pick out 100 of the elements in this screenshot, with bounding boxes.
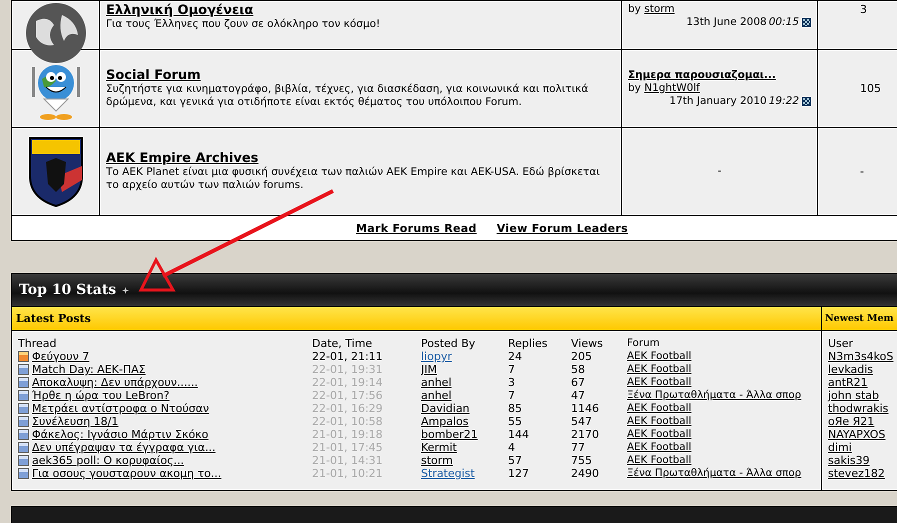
- post-time: 00:15: [768, 16, 799, 29]
- poster-link[interactable]: storm: [421, 454, 453, 467]
- member-link[interactable]: john stab: [828, 389, 879, 402]
- post-time: 19:22: [768, 95, 799, 108]
- thread-link[interactable]: Αποκαλυψη: Δεν υπάρχουν......: [32, 376, 198, 389]
- forum-link[interactable]: AEK Football: [627, 363, 692, 375]
- poster-link[interactable]: anhel: [421, 389, 452, 402]
- column-header: Forum: [627, 337, 661, 350]
- replies-count: 7: [508, 389, 516, 402]
- replies-count: 4: [508, 441, 516, 454]
- forum-link[interactable]: AEK Football: [627, 415, 692, 427]
- no-post-mark: -: [716, 165, 722, 178]
- post-datetime: 22-01, 19:14: [312, 376, 384, 389]
- post-count: -: [860, 165, 864, 178]
- thread-link[interactable]: Για οσους γουσταρουν ακομη το...: [32, 467, 222, 480]
- forum-description: Για τους Έλληνες που ζουν σε ολόκληρο τον κόσμο!: [106, 18, 382, 31]
- thread-link[interactable]: Δεν υπέγραψαν τα έγγραφα για...: [32, 441, 216, 454]
- poster-link[interactable]: bomber21: [421, 428, 478, 441]
- column-header: Thread: [18, 337, 58, 350]
- poster-link[interactable]: anhel: [421, 376, 452, 389]
- post-datetime: 21-01, 14:31: [312, 454, 384, 467]
- author-link[interactable]: storm: [644, 3, 675, 15]
- forum-title-link[interactable]: Social Forum: [106, 68, 615, 83]
- thread-link[interactable]: aek365 poll: Ο κορυφαίος...: [32, 454, 184, 467]
- go-to-post-icon[interactable]: [802, 18, 811, 27]
- post-datetime: 22-01, 17:56: [312, 389, 384, 402]
- views-count: 2170: [571, 428, 600, 441]
- poster-link[interactable]: Davidian: [421, 402, 470, 415]
- post-date: 13th June 2008: [686, 16, 767, 29]
- views-count: 205: [571, 350, 593, 363]
- forum-description: Το AEK Planet είναι μια φυσική συνέχεια των παλιών AEK Empire και AEK-USA. Εδώ βρίσκεται το αρχείο αυτών των παλιών forums.: [106, 166, 601, 192]
- forum-title-link[interactable]: Ελληνική Ομογένεια: [106, 3, 615, 18]
- member-link[interactable]: N3m3s4koS: [828, 350, 894, 363]
- replies-count: 127: [508, 467, 530, 480]
- globe-icon: [24, 1, 88, 65]
- poster-link[interactable]: Strategist: [421, 467, 475, 480]
- member-link[interactable]: antR21: [828, 376, 868, 389]
- shield-icon: [28, 136, 84, 208]
- star-icon: [122, 286, 130, 294]
- views-count: 67: [571, 376, 586, 389]
- forum-link[interactable]: AEK Football: [627, 441, 692, 453]
- views-count: 755: [571, 454, 593, 467]
- post-count: 105: [860, 82, 881, 95]
- post-datetime: 22-01, 16:29: [312, 402, 384, 415]
- member-link[interactable]: levkadis: [828, 363, 874, 376]
- member-link[interactable]: thodwrakis: [828, 402, 888, 415]
- post-datetime: 22-01, 21:11: [312, 350, 384, 363]
- replies-count: 3: [508, 376, 516, 389]
- views-count: 58: [571, 363, 586, 376]
- member-link[interactable]: stevez182: [828, 467, 885, 480]
- forum-link[interactable]: AEK Football: [627, 402, 692, 414]
- poster-link[interactable]: Kermit: [421, 441, 457, 454]
- post-datetime: 21-01, 17:45: [312, 441, 384, 454]
- thread-link[interactable]: Ήρθε η ώρα του LeBron?: [32, 389, 170, 402]
- forum-link[interactable]: AEK Football: [627, 454, 692, 466]
- forum-link[interactable]: AEK Football: [627, 350, 692, 362]
- section-title: Top 10 Stats: [19, 282, 116, 298]
- thread-link[interactable]: Μετράει αντίστροφα ο Ντούσαν: [32, 402, 210, 415]
- column-header: Date, Time: [312, 337, 374, 350]
- column-header: User: [828, 337, 854, 350]
- author-link[interactable]: N1ghtW0lf: [644, 82, 700, 94]
- post-datetime: 21-01, 10:21: [312, 467, 384, 480]
- poster-link[interactable]: Ampalos: [421, 415, 468, 428]
- post-datetime: 22-01, 19:31: [312, 363, 384, 376]
- replies-count: 55: [508, 415, 523, 428]
- views-count: 547: [571, 415, 593, 428]
- by-label: by: [628, 3, 641, 15]
- member-link[interactable]: NAYAPXOS: [828, 428, 886, 441]
- go-to-post-icon[interactable]: [802, 97, 811, 106]
- views-count: 1146: [571, 402, 600, 415]
- footer-link[interactable]: Mark Forums Read: [356, 222, 477, 235]
- forum-link[interactable]: Ξένα Πρωταθλήματα - Άλλα σπορ: [627, 389, 802, 401]
- column-header: Views: [571, 337, 604, 350]
- replies-count: 24: [508, 350, 523, 363]
- forum-link[interactable]: AEK Football: [627, 428, 692, 440]
- thread-link[interactable]: Match Day: ΑΕΚ-ΠΑΣ: [32, 363, 146, 376]
- views-count: 47: [571, 389, 586, 402]
- replies-count: 7: [508, 363, 516, 376]
- poster-link[interactable]: liopyr: [421, 350, 452, 363]
- member-link[interactable]: sakis39: [828, 454, 870, 467]
- post-datetime: 22-01, 10:58: [312, 415, 384, 428]
- forum-description: Συζητήστε για κινηματογράφο, βιβλία, τέχνες, για διασκέδαση, για κοινωνικά και πολιτικά δρώμενα, και γενικά για οτιδήποτε είναι εκτός θέματος του υπόλοιπου Forum.: [106, 83, 590, 109]
- column-header: Replies: [508, 337, 549, 350]
- thread-link[interactable]: Φάκελος: Ιγνάσιο Μάρτιν Σκόκο: [32, 428, 208, 441]
- by-label: by: [628, 82, 641, 94]
- thread-link[interactable]: Συνέλευση 18/1: [32, 415, 118, 428]
- footer-link[interactable]: View Forum Leaders: [496, 222, 628, 235]
- replies-count: 144: [508, 428, 530, 441]
- forum-link[interactable]: AEK Football: [627, 376, 692, 388]
- forum-link[interactable]: Ξένα Πρωταθλήματα - Άλλα σπορ: [627, 467, 802, 479]
- thread-link[interactable]: Φεύγουν 7: [32, 350, 90, 363]
- views-count: 77: [571, 441, 586, 454]
- member-link[interactable]: dimi: [828, 441, 852, 454]
- panel-heading: Latest Posts: [16, 312, 91, 325]
- forum-title-link[interactable]: AEK Empire Archives: [106, 151, 615, 166]
- post-date: 17th January 2010: [669, 95, 767, 108]
- panel-heading: Newest Mem: [825, 313, 894, 324]
- member-link[interactable]: oЯe Я21: [828, 415, 874, 428]
- column-header: Posted By: [421, 337, 476, 350]
- last-post-title-link[interactable]: Σημερα παρουσιαζομαι...: [628, 69, 811, 82]
